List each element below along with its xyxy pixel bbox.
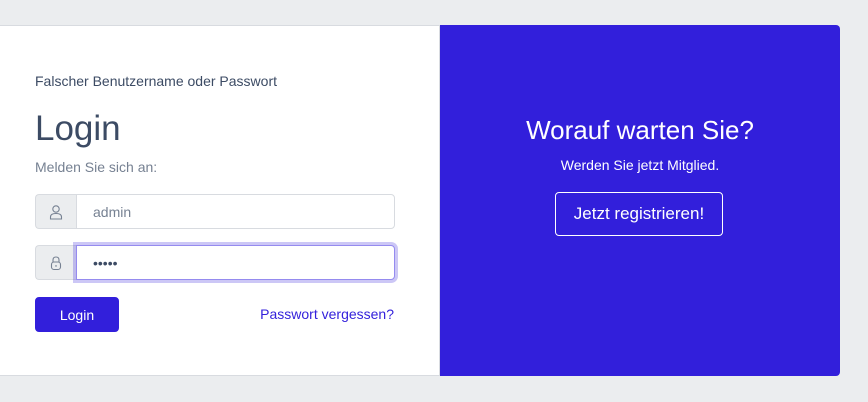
register-subtitle: Werden Sie jetzt Mitglied. bbox=[560, 157, 720, 173]
login-title: Login bbox=[35, 109, 121, 148]
card-group: Falscher Benutzername oder Passwort Logi… bbox=[0, 25, 840, 376]
register-title: Worauf warten Sie? bbox=[526, 115, 754, 145]
login-subtitle: Melden Sie sich an: bbox=[35, 159, 158, 175]
register-card: Worauf warten Sie? Werden Sie jetzt Mitg… bbox=[440, 25, 840, 376]
register-button[interactable]: Jetzt registrieren! bbox=[555, 192, 723, 236]
login-button[interactable]: Login bbox=[35, 297, 119, 332]
password-input-group bbox=[35, 245, 395, 280]
user-icon bbox=[35, 194, 76, 229]
username-input-group bbox=[35, 194, 395, 229]
password-input[interactable] bbox=[76, 245, 395, 280]
lock-icon bbox=[35, 245, 76, 280]
username-input[interactable] bbox=[76, 194, 395, 229]
login-card: Falscher Benutzername oder Passwort Logi… bbox=[0, 25, 440, 376]
error-message: Falscher Benutzername oder Passwort bbox=[35, 73, 277, 89]
forgot-password-link[interactable]: Passwort vergessen? bbox=[260, 306, 394, 322]
